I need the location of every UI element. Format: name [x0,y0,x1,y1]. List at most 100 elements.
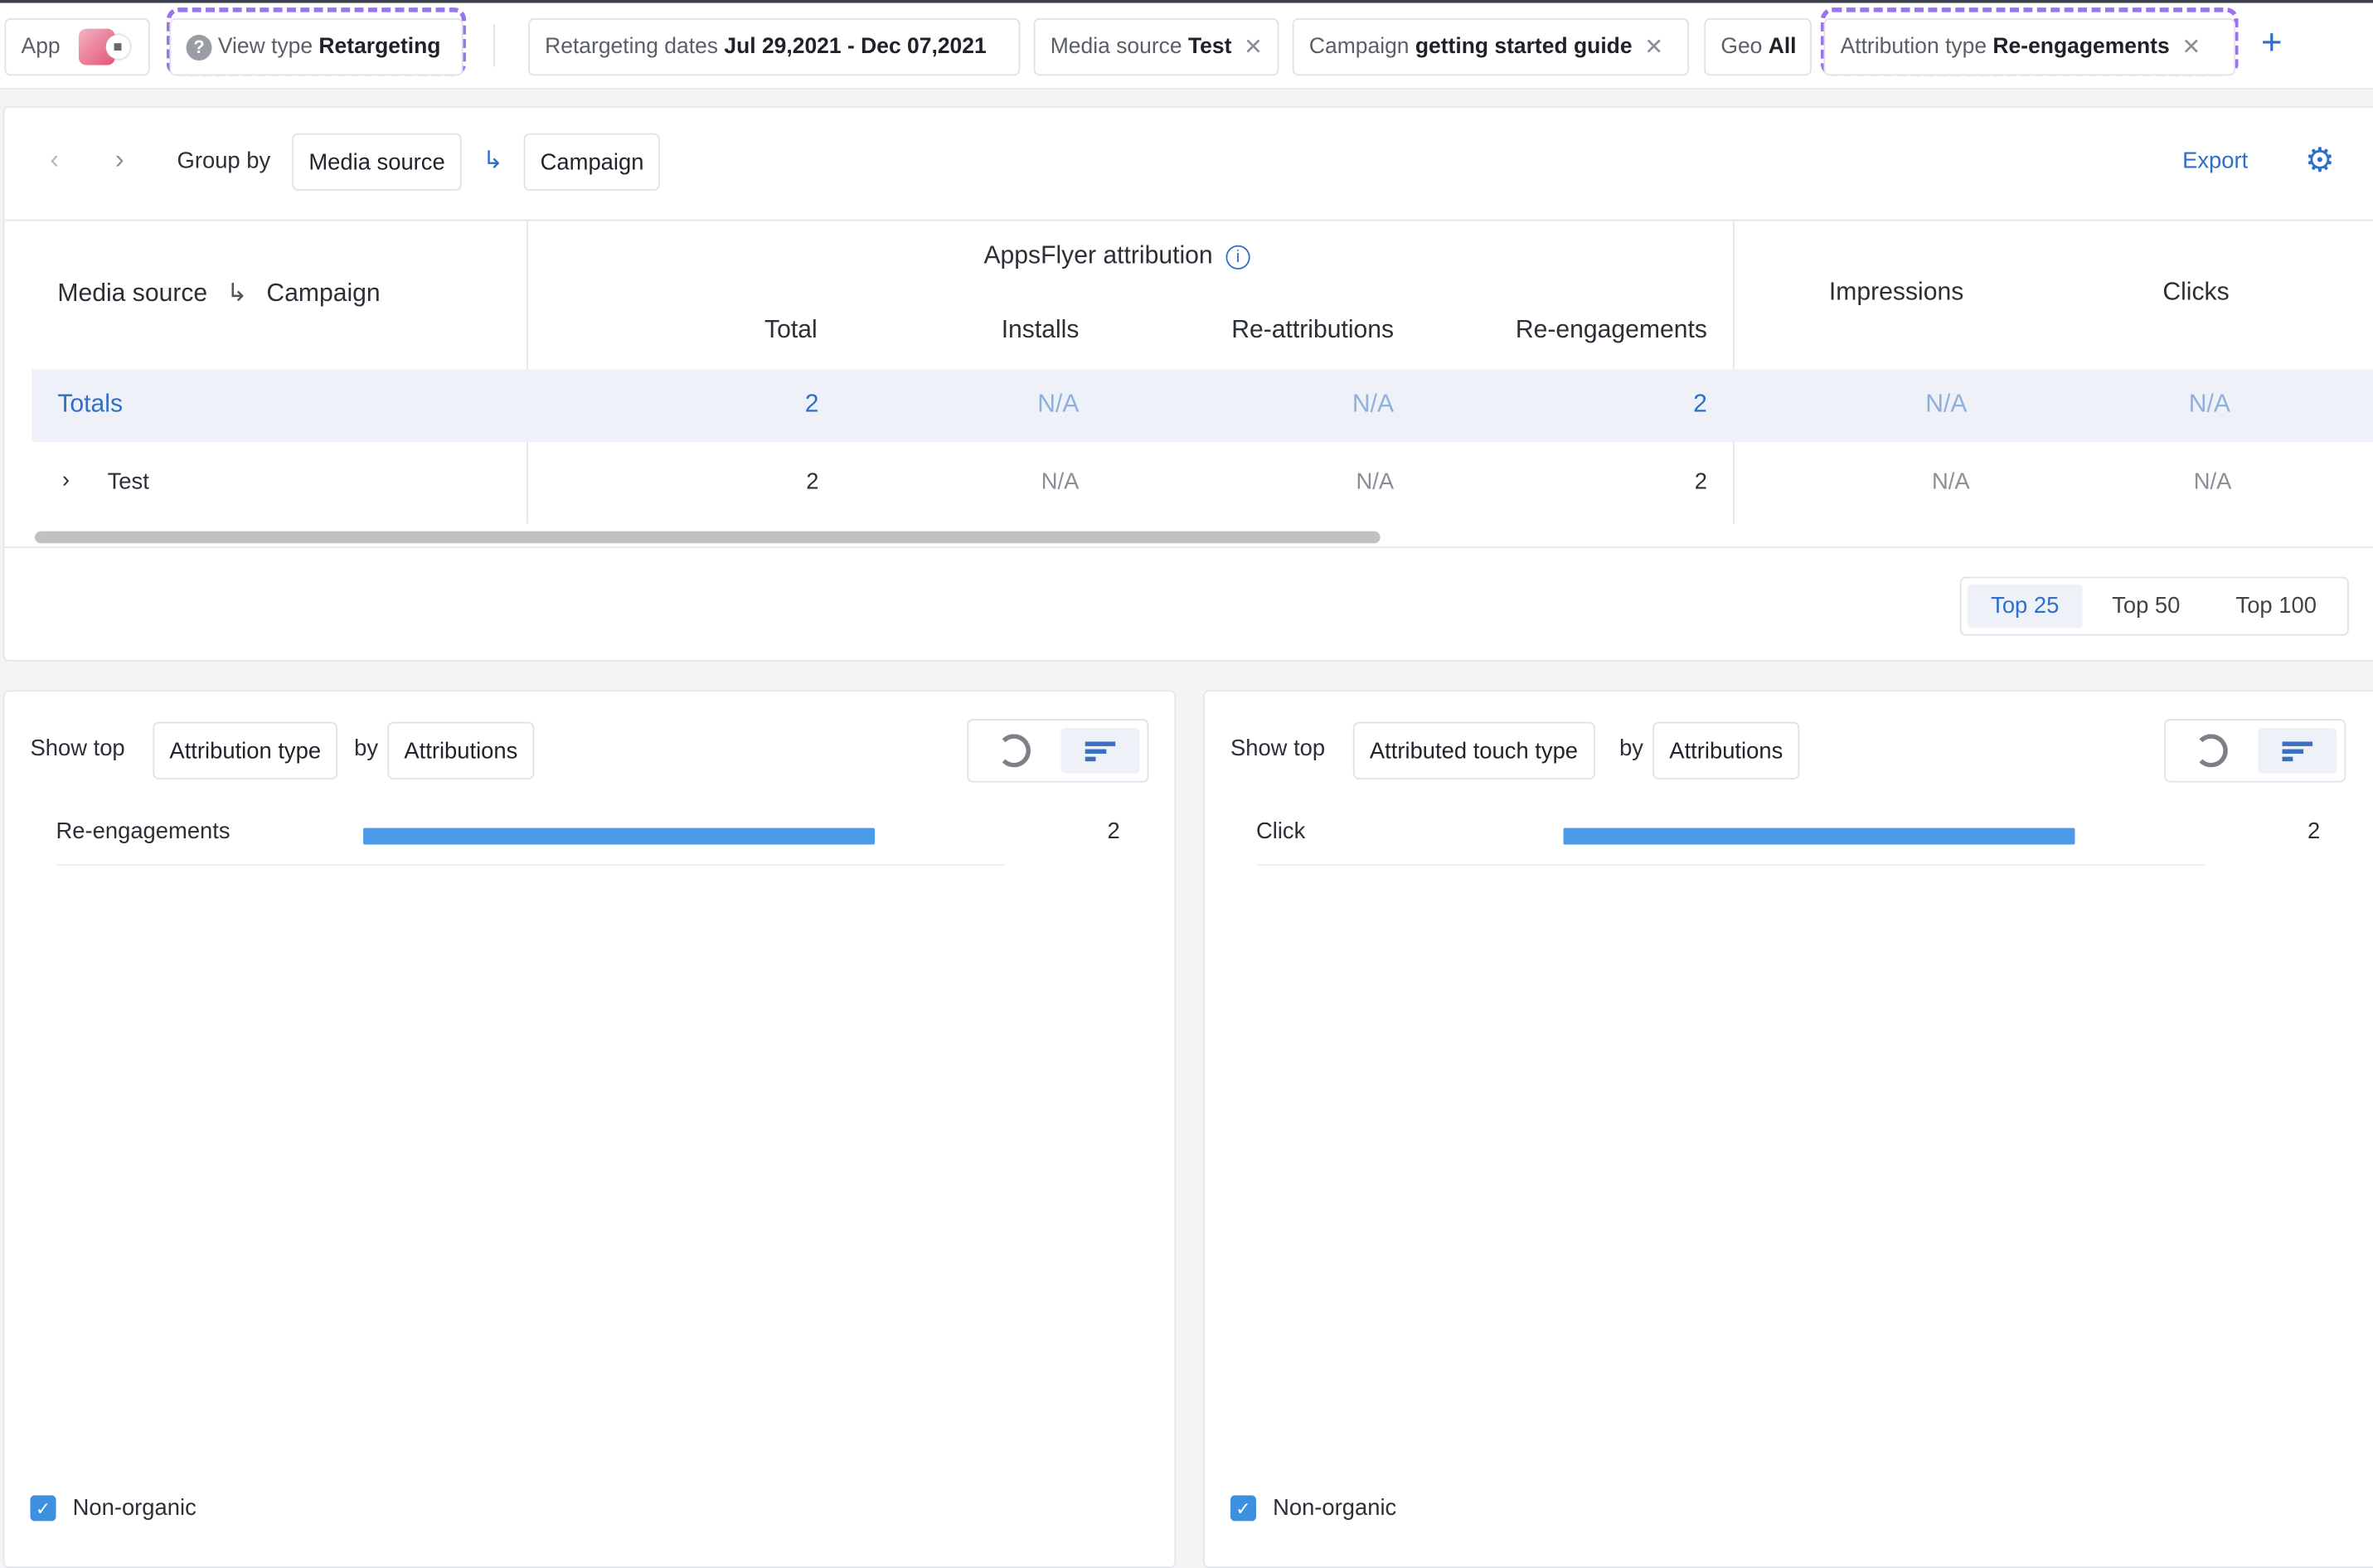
media-source-filter[interactable]: Media source Test ✕ [1033,17,1279,76]
chart-panel-touch-type: Show top Attributed touch type by Attrib… [1203,690,2373,1568]
horizontal-scrollbar[interactable] [34,531,1381,544]
chevron-left-icon[interactable]: ‹ [50,143,59,175]
campaign-value: getting started guide [1415,34,1633,60]
app-filter[interactable]: App ■ [4,17,150,76]
retargeting-dates-filter[interactable]: Retargeting dates Jul 29,2021 - Dec 07,20… [528,17,1021,76]
header-total[interactable]: Total [610,316,818,345]
totals-clicks: N/A [2188,390,2231,418]
app-label: App [21,34,61,60]
totals-re-engagements: 2 [1693,390,1707,418]
row-impressions: N/A [1931,468,1970,495]
view-type-filter[interactable]: ? View type Retargeting [169,17,463,76]
show-top-label: Show top [1230,735,1326,762]
totals-total: 2 [804,390,819,418]
bar-label: Click [1255,818,1306,845]
attribution-type-label: Attribution type [1840,34,1987,60]
row-installs: N/A [1041,468,1080,495]
show-top-label: Show top [30,735,125,762]
info-icon[interactable]: i [1225,245,1250,269]
row-re-engagements: 2 [1694,468,1707,495]
bar-label: Re-engagements [56,818,231,845]
bar[interactable] [363,828,876,845]
top-50-option[interactable]: Top 50 [2089,585,2204,629]
gear-icon[interactable]: ⚙ [2305,141,2335,180]
totals-installs: N/A [1037,390,1080,418]
row-clicks: N/A [2193,468,2232,495]
media-source-label: Media source [1050,34,1182,60]
top-25-option[interactable]: Top 25 [1967,584,2083,629]
row-divider [56,864,1005,867]
top-100-option[interactable]: Top 100 [2213,585,2340,629]
non-organic-checkbox[interactable]: ✓ [30,1495,56,1522]
metric-select[interactable]: Attributions [387,721,535,780]
close-icon[interactable]: ✕ [2181,33,2201,61]
nested-arrow-icon: ↳ [483,148,503,174]
non-organic-checkbox[interactable]: ✓ [1230,1495,1256,1522]
dimension-select[interactable]: Attribution type [153,721,338,780]
bar[interactable] [1563,828,2075,845]
media-source-value: Test [1187,34,1232,60]
expand-chevron-icon[interactable]: › [62,468,70,493]
bar-chart-icon[interactable] [1060,727,1140,774]
android-icon: ■ [105,34,130,60]
row-re-attributions: N/A [1356,468,1395,495]
export-button[interactable]: Export [2182,148,2248,174]
divider [4,219,2373,221]
help-icon: ? [186,34,212,61]
dates-value: Jul 29,2021 - Dec 07,2021 [724,34,987,60]
report-table-card: ‹ › Group by Media source ↳ Campaign Exp… [2,105,2373,662]
view-toggle [967,719,1149,783]
header-clicks[interactable]: Clicks [2045,279,2347,308]
group-by-campaign[interactable]: Campaign [523,133,661,191]
header-media-source: Media source [57,279,208,308]
group-by-media-source[interactable]: Media source [292,133,462,191]
by-label: by [1619,735,1643,762]
row-divider [1255,864,2206,867]
top-n-selector: Top 25 Top 50 Top 100 [1959,576,2349,636]
campaign-filter[interactable]: Campaign getting started guide ✕ [1292,17,1690,76]
table-row[interactable]: › Test 2 N/A N/A 2 N/A N/A [32,442,2373,524]
non-organic-label: Non-organic [72,1495,197,1522]
by-label: by [354,735,379,762]
header-appsflyer-attribution: AppsFlyer attribution i [983,242,1250,271]
nested-arrow-icon: ↳ [226,279,248,308]
bar-value: 2 [1107,818,1120,845]
metric-select[interactable]: Attributions [1652,721,1800,780]
close-icon[interactable]: ✕ [1644,33,1663,61]
totals-label: Totals [57,390,124,418]
view-type-value: Retargeting [318,34,441,60]
group-by-label: Group by [177,148,271,174]
plus-icon[interactable]: + [2261,22,2283,65]
geo-filter[interactable]: Geo All [1704,17,1812,76]
geo-value: All [1768,34,1797,60]
donut-chart-icon[interactable] [2194,734,2228,768]
row-total: 2 [806,468,819,495]
header-re-attributions[interactable]: Re-attributions [1094,316,1394,345]
attribution-type-value: Re-engagements [1992,34,2170,60]
view-toggle [2164,719,2346,783]
divider [4,546,2373,548]
bar-chart-icon[interactable] [2258,727,2337,774]
chart-panel-attribution-type: Show top Attribution type by Attribution… [2,690,1177,1568]
header-impressions[interactable]: Impressions [1745,279,2048,308]
bar-value: 2 [2307,818,2321,845]
geo-label: Geo [1720,34,1763,60]
dimension-select[interactable]: Attributed touch type [1352,721,1595,780]
divider [493,24,495,67]
dates-label: Retargeting dates [545,34,719,60]
close-icon[interactable]: ✕ [1244,33,1263,61]
view-type-label: View type [217,34,313,60]
header-re-engagements[interactable]: Re-engagements [1405,316,1707,345]
chevron-right-icon[interactable]: › [115,143,124,175]
group-header-label: AppsFlyer attribution [983,242,1213,269]
filter-bar: App ■ ? View type Retargeting Retargeting… [0,2,2373,90]
header-campaign: Campaign [266,279,381,308]
totals-re-attributions: N/A [1351,390,1395,418]
header-dimension: Media source ↳ Campaign [57,279,380,309]
totals-row: Totals 2 N/A N/A 2 N/A N/A [32,369,2373,442]
header-installs[interactable]: Installs [852,316,1080,345]
totals-impressions: N/A [1925,390,1968,418]
campaign-label: Campaign [1308,34,1410,60]
attribution-type-filter[interactable]: Attribution type Re-engagements ✕ [1823,17,2235,76]
donut-chart-icon[interactable] [997,734,1031,768]
